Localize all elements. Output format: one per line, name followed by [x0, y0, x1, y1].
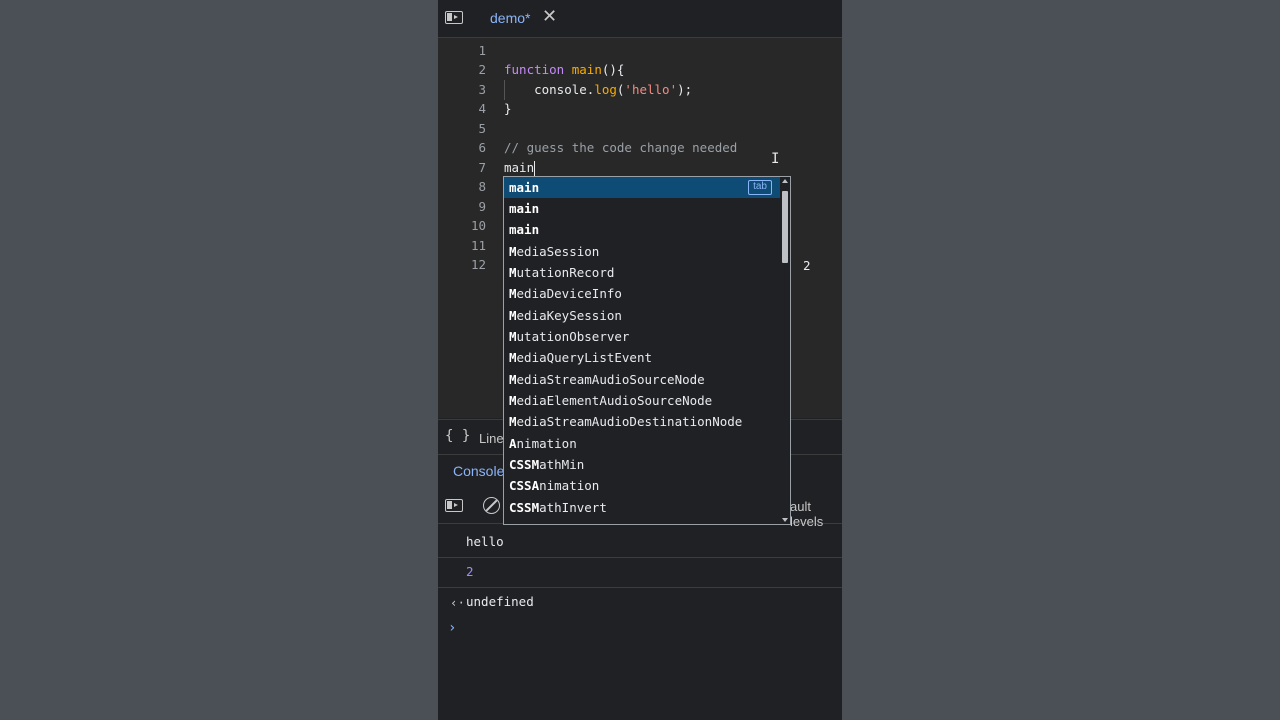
line-number: 1	[478, 43, 486, 58]
autocomplete-scrollbar[interactable]	[780, 177, 790, 524]
line-number: 12	[470, 257, 486, 272]
console-prompt-icon[interactable]: ›	[448, 620, 456, 636]
match-text: M	[509, 308, 517, 323]
rest-text: ediaKeySession	[516, 308, 622, 323]
line-number: 9	[478, 199, 486, 214]
scrollbar-thumb[interactable]	[782, 191, 788, 263]
rest-text: utationObserver	[516, 329, 630, 344]
rest-text: nimation	[516, 436, 577, 451]
match-text: CSSM	[509, 457, 540, 472]
match-text: M	[509, 372, 517, 387]
match-text: M	[509, 414, 517, 429]
clear-console-icon[interactable]	[483, 497, 500, 514]
code-line-4: }	[504, 101, 512, 116]
code-punct: (){	[601, 62, 625, 77]
line-number: 8	[478, 179, 486, 194]
autocomplete-item[interactable]: MediaStreamAudioSourceNode	[504, 369, 780, 390]
tab-console[interactable]: Console	[453, 463, 504, 479]
autocomplete-item[interactable]: MediaDeviceInfo	[504, 283, 780, 304]
line-number: 4	[478, 101, 486, 116]
code-line-7: main	[504, 160, 536, 176]
match-text: M	[509, 350, 517, 365]
match-text: M	[509, 393, 517, 408]
autocomplete-item[interactable]: MutationRecord	[504, 262, 780, 283]
match-text: M	[509, 286, 517, 301]
line-number: 2	[478, 62, 486, 77]
close-icon[interactable]: ✕	[542, 8, 557, 26]
rest-text: ediaStreamAudioDestinationNode	[516, 414, 743, 429]
line-info: Line	[479, 431, 504, 446]
rest-text: ediaQueryListEvent	[516, 350, 652, 365]
autocomplete-item[interactable]: main	[504, 198, 780, 219]
code-punct: );	[677, 82, 693, 97]
console-log-text: hello	[466, 534, 504, 549]
rest-text: athMin	[539, 457, 585, 472]
rest-text: nimation	[539, 478, 600, 493]
match-text: M	[509, 265, 517, 280]
match-text: main	[509, 180, 540, 195]
toggle-navigator-icon[interactable]	[445, 11, 463, 24]
autocomplete-item[interactable]: Animation	[504, 433, 780, 454]
code-fragment: 2	[803, 258, 811, 273]
string-literal: 'hello'	[624, 82, 678, 97]
code-line-2: function main(){	[504, 62, 624, 77]
rest-text: ediaElementAudioSourceNode	[516, 393, 713, 408]
autocomplete-dropdown[interactable]: main tab main main MediaSession MutationR…	[503, 176, 791, 525]
autocomplete-item[interactable]: MutationObserver	[504, 326, 780, 347]
console-message: hello	[438, 524, 842, 558]
show-sidebar-icon[interactable]	[445, 499, 463, 512]
line-number: 11	[470, 238, 486, 253]
ibeam-cursor-icon: I	[771, 151, 780, 167]
autocomplete-item[interactable]: CSSAnimation	[504, 475, 780, 496]
autocomplete-item[interactable]: MediaKeySession	[504, 305, 780, 326]
line-number: 7	[478, 160, 486, 175]
code-comment: // guess the code change needed	[504, 140, 738, 155]
rest-text: ediaDeviceInfo	[516, 286, 622, 301]
keyword: function	[504, 62, 565, 77]
console-log-number: 2	[466, 564, 474, 579]
pretty-print-icon[interactable]: { }	[445, 428, 470, 444]
autocomplete-item-selected[interactable]: main tab	[504, 177, 780, 198]
line-number: 5	[478, 121, 486, 136]
scroll-down-icon[interactable]	[782, 518, 788, 522]
scroll-up-icon[interactable]	[782, 179, 788, 183]
match-text: A	[509, 436, 517, 451]
autocomplete-item[interactable]: CSSMathInvert	[504, 497, 780, 518]
line-number: 6	[478, 140, 486, 155]
rest-text: ediaSession	[516, 244, 600, 259]
autocomplete-item[interactable]: MediaQueryListEvent	[504, 347, 780, 368]
console-message: 2	[438, 558, 842, 588]
autocomplete-item[interactable]: main	[504, 219, 780, 240]
function-name: main	[571, 62, 602, 77]
autocomplete-item[interactable]: MediaStreamAudioDestinationNode	[504, 411, 780, 432]
line-number: 3	[478, 82, 486, 97]
match-text: main	[509, 222, 540, 237]
tab-title: demo*	[490, 10, 531, 26]
match-text: M	[509, 329, 517, 344]
match-text: CSSM	[509, 500, 540, 515]
autocomplete-item[interactable]: MediaSession	[504, 241, 780, 262]
line-number: 10	[470, 218, 486, 233]
code-line-3: console.log('hello');	[504, 82, 692, 97]
tab-demo[interactable]: demo* ✕	[480, 0, 560, 37]
match-text: M	[509, 244, 517, 259]
code-text: console.	[504, 82, 595, 97]
method-name: log	[594, 82, 617, 97]
return-value-icon: ‹·	[450, 595, 466, 610]
typed-text: main	[504, 160, 535, 175]
tab-hint-badge: tab	[748, 180, 772, 195]
rest-text: utationRecord	[516, 265, 615, 280]
rest-text: ediaStreamAudioSourceNode	[516, 372, 705, 387]
autocomplete-item[interactable]: MediaElementAudioSourceNode	[504, 390, 780, 411]
editor-tab-bar: demo* ✕	[438, 0, 842, 38]
match-text: main	[509, 201, 540, 216]
console-result-text: undefined	[466, 594, 534, 609]
match-text: CSSA	[509, 478, 540, 493]
console-result: ‹· undefined	[438, 588, 842, 616]
rest-text: athInvert	[539, 500, 607, 515]
autocomplete-item[interactable]: CSSMathMin	[504, 454, 780, 475]
text-cursor	[534, 161, 536, 176]
